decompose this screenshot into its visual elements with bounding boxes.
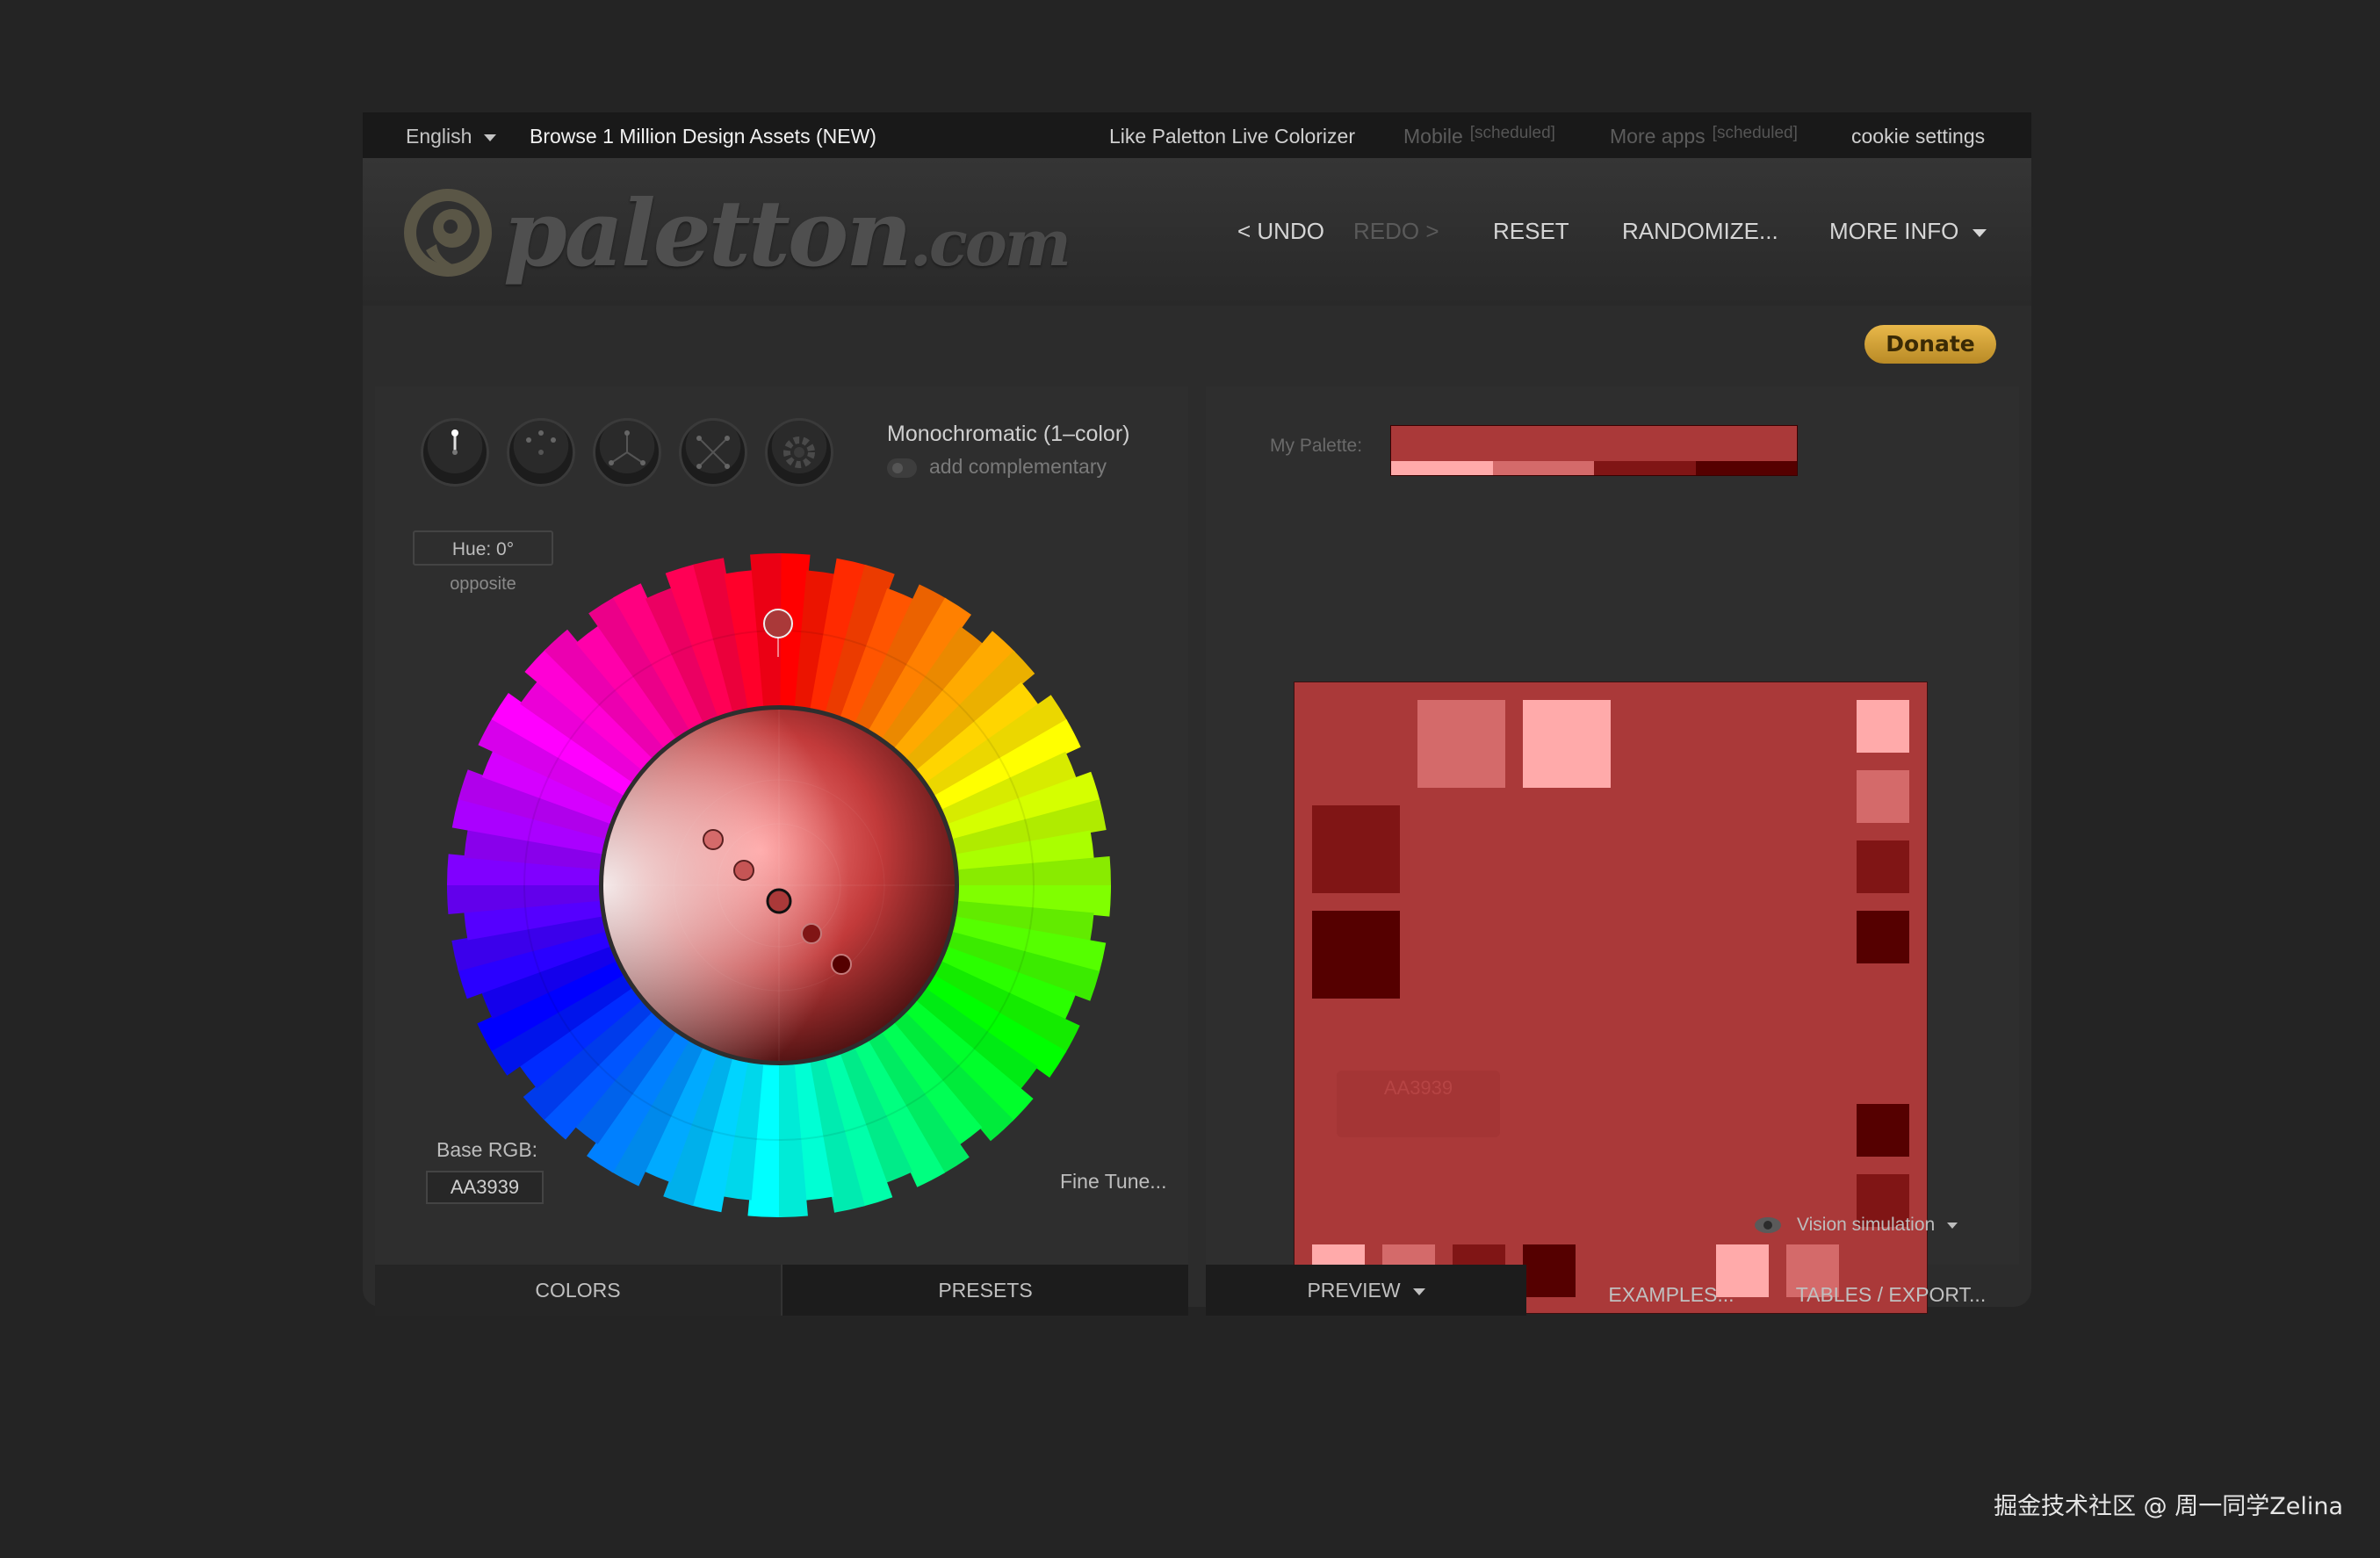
tab-tables-export[interactable]: TABLES / EXPORT... <box>1785 1269 1996 1320</box>
colors-panel: Monochromatic (1–color) add complementar… <box>375 386 1188 1316</box>
live-colorizer-link[interactable]: Like Paletton Live Colorizer <box>1109 125 1355 148</box>
donate-button[interactable]: Donate <box>1864 325 1996 364</box>
adjacent-scheme-icon[interactable] <box>507 418 575 487</box>
tab-colors[interactable]: COLORS <box>375 1265 781 1316</box>
light-dot[interactable] <box>733 860 754 881</box>
header: paletton.com < UNDO REDO > RESET RANDOMI… <box>363 158 2031 306</box>
darkest-dot[interactable] <box>831 954 852 975</box>
color-wheel[interactable] <box>445 552 1113 1219</box>
reset-button[interactable]: RESET <box>1493 218 1569 245</box>
lightest-dot[interactable] <box>703 829 724 850</box>
triad-scheme-icon[interactable] <box>593 418 661 487</box>
preview-swatch <box>1857 840 1909 893</box>
free-style-gear-icon[interactable] <box>765 418 833 487</box>
vision-simulation-select[interactable]: Vision simulation <box>1755 1215 1958 1236</box>
mono-scheme-icon[interactable] <box>421 418 489 487</box>
palette-light <box>1492 461 1594 475</box>
logo-text: paletton.com <box>503 179 1071 287</box>
top-bar: English Browse 1 Million Design Assets (… <box>363 112 2031 158</box>
palette-darkest <box>1695 461 1797 475</box>
base-rgb-label: Base RGB: <box>436 1138 538 1161</box>
preview-swatch <box>1312 805 1400 893</box>
more-info-button[interactable]: MORE INFO <box>1829 218 1987 245</box>
chevron-down-icon <box>484 133 497 141</box>
base-rgb-input[interactable]: AA3939 <box>426 1171 544 1204</box>
palette-strip <box>1391 461 1797 475</box>
watermark: 掘金技术社区 @ 周一同学Zelina <box>1994 1493 2343 1520</box>
mobile-link[interactable]: Mobile [scheduled] <box>1403 124 1555 148</box>
scheme-name: Monochromatic (1–color) <box>887 422 1130 446</box>
more-apps-link[interactable]: More apps [scheduled] <box>1610 124 1798 148</box>
preview-swatch <box>1857 700 1909 753</box>
my-palette-label: My Palette: <box>1270 436 1363 456</box>
preview-swatch <box>1857 770 1909 823</box>
chevron-down-icon <box>1947 1222 1958 1229</box>
preview-swatch <box>1417 700 1505 788</box>
tetrad-scheme-icon[interactable] <box>679 418 747 487</box>
chevron-down-icon <box>1412 1288 1425 1295</box>
palette-lightest <box>1391 461 1493 475</box>
tab-preview[interactable]: PREVIEW <box>1206 1265 1526 1316</box>
cookie-settings-link[interactable]: cookie settings <box>1851 125 1985 148</box>
base-dot[interactable] <box>766 888 792 914</box>
eye-icon <box>1755 1217 1781 1234</box>
paletton-app: English Browse 1 Million Design Assets (… <box>363 112 2031 1316</box>
tab-examples[interactable]: EXAMPLES... <box>1575 1269 1768 1320</box>
dark-dot[interactable] <box>801 923 822 944</box>
randomize-button[interactable]: RANDOMIZE... <box>1622 218 1778 245</box>
preview-swatch <box>1857 911 1909 963</box>
my-palette-swatch[interactable] <box>1390 425 1798 476</box>
preview-swatch <box>1523 700 1611 788</box>
chevron-down-icon <box>1973 228 1987 237</box>
language-select[interactable]: English <box>406 125 497 148</box>
preview-ghost-button: AA3939 <box>1337 1071 1500 1137</box>
tab-presets[interactable]: PRESETS <box>783 1265 1188 1316</box>
add-complementary-toggle[interactable] <box>887 458 917 478</box>
paletton-logo-icon <box>404 189 492 277</box>
fine-tune-button[interactable]: Fine Tune... <box>1060 1170 1166 1194</box>
redo-button[interactable]: REDO > <box>1353 218 1439 245</box>
palette-dark <box>1594 461 1696 475</box>
hue-handle[interactable] <box>763 609 793 638</box>
undo-button[interactable]: < UNDO <box>1237 218 1324 245</box>
add-complementary-label: add complementary <box>929 455 1107 478</box>
preview-swatch <box>1312 911 1400 999</box>
preview-swatch <box>1857 1104 1909 1157</box>
preview-swatch <box>1523 1244 1576 1297</box>
preview-panel: My Palette: AA3939 PREVIEW EXAMPLES... T… <box>1206 386 2019 1316</box>
browse-assets-link[interactable]: Browse 1 Million Design Assets (NEW) <box>530 125 876 148</box>
